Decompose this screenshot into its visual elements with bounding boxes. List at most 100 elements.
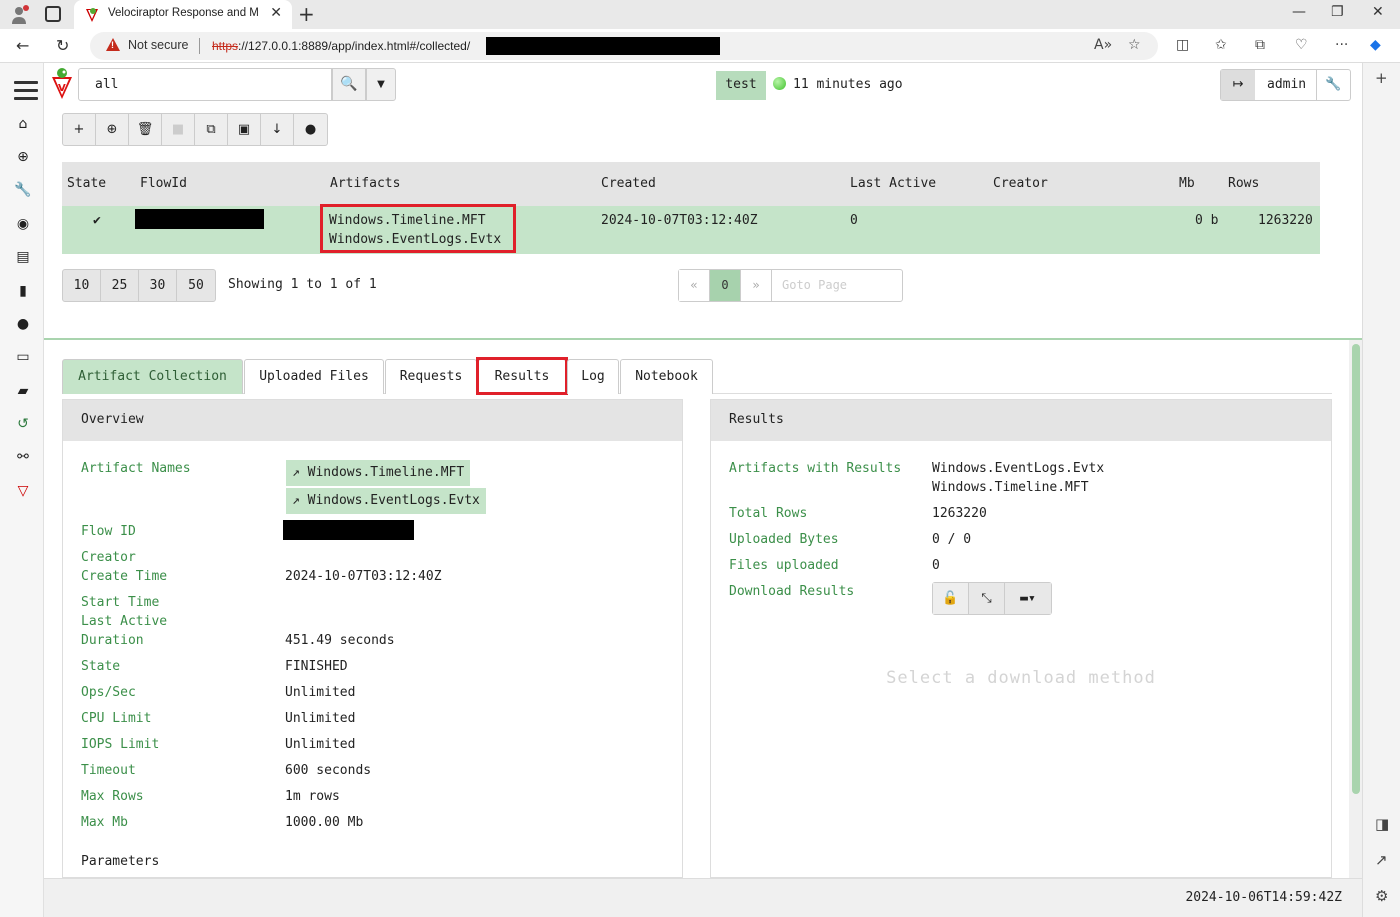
goto-page-input[interactable]: Goto Page <box>772 270 902 301</box>
delete-button[interactable]: 🗑 <box>129 114 162 145</box>
artifact-link-mft[interactable]: ↗ Windows.Timeline.MFT <box>286 460 471 486</box>
wrench-icon[interactable]: 🔧 <box>12 179 34 201</box>
stop-button[interactable]: ■ <box>162 114 195 145</box>
page-size-selector: 10 25 30 50 <box>62 269 216 302</box>
book-icon[interactable]: ▮ <box>12 280 34 302</box>
minimize-icon[interactable]: — <box>1292 4 1306 20</box>
ops-sec-label: Ops/Sec <box>81 685 136 700</box>
hamburger-menu-icon[interactable] <box>14 81 38 100</box>
col-creator[interactable]: Creator <box>993 176 1048 191</box>
browser-essentials-icon[interactable]: ♡ <box>1295 37 1308 53</box>
warning-icon <box>106 38 120 51</box>
profile-icon[interactable] <box>10 5 30 25</box>
settings-gear-icon[interactable]: ⚙ <box>1375 887 1388 905</box>
tab-artifact-collection[interactable]: Artifact Collection <box>62 359 243 394</box>
back-icon[interactable]: ← <box>16 36 29 55</box>
create-time-label: Create Time <box>81 569 168 584</box>
url-text[interactable]: https://127.0.0.1:8889/app/index.html#/c… <box>212 39 470 53</box>
user-filter-button[interactable]: ● <box>294 114 327 145</box>
current-page-button[interactable]: 0 <box>710 270 741 301</box>
username-label[interactable]: admin <box>1267 77 1306 92</box>
not-secure-label[interactable]: Not secure <box>128 38 188 52</box>
iops-limit-label: IOPS Limit <box>81 737 160 752</box>
velociraptor-shield-icon[interactable]: ▽ <box>12 480 34 502</box>
close-tab-icon[interactable]: ✕ <box>270 5 282 21</box>
select-download-hint: Select a download method <box>886 668 1156 688</box>
browser-tab[interactable]: Velociraptor Response and Monitoring ✕ <box>74 0 292 29</box>
logout-button[interactable]: ↦ <box>1221 70 1255 100</box>
archive-dropdown-button[interactable]: ▬▾ <box>1005 583 1051 614</box>
favorites-icon[interactable]: ✩ <box>1215 37 1227 53</box>
sidebar-toggle-icon[interactable]: ◨ <box>1375 815 1389 833</box>
search-dropdown-button[interactable]: ▼ <box>366 68 396 101</box>
new-hunt-button[interactable]: ⊕ <box>96 114 129 145</box>
lock-download-button[interactable]: 🔓 <box>933 583 969 614</box>
page-size-50[interactable]: 50 <box>177 270 215 301</box>
eye-icon[interactable]: ◉ <box>12 213 34 235</box>
pane-splitter[interactable] <box>44 338 1362 340</box>
last-active-label: Last Active <box>81 614 168 629</box>
copilot-icon[interactable]: ◆ <box>1370 37 1381 53</box>
app-sidebar: ⌂ ⊕ 🔧 ◉ ▤ ▮ ● ▭ ▰ ↺ ⚯ ▽ <box>0 63 44 917</box>
cpu-limit-label: CPU Limit <box>81 711 152 726</box>
binoculars-icon[interactable]: ⚯ <box>12 446 34 468</box>
copy-button[interactable]: ⧉ <box>195 114 228 145</box>
tab-uploaded-files[interactable]: Uploaded Files <box>244 359 384 394</box>
col-rows[interactable]: Rows <box>1228 176 1259 191</box>
collections-icon[interactable]: ⧉ <box>1255 37 1265 53</box>
restore-icon[interactable]: ❐ <box>1331 4 1344 20</box>
page-size-30[interactable]: 30 <box>139 270 177 301</box>
folder-open-icon[interactable]: ▰ <box>12 380 34 402</box>
favorite-star-icon[interactable]: ☆ <box>1128 37 1141 53</box>
server-icon[interactable]: ▤ <box>12 246 34 268</box>
read-aloud-icon[interactable]: A» <box>1094 37 1112 53</box>
reload-icon[interactable]: ↻ <box>56 36 69 55</box>
history-icon[interactable]: ↺ <box>12 413 34 435</box>
external-link-icon[interactable]: ↗ <box>1375 851 1388 869</box>
tab-notebook[interactable]: Notebook <box>620 359 713 394</box>
col-state[interactable]: State <box>67 176 106 191</box>
next-page-button[interactable]: » <box>741 270 772 301</box>
user-icon[interactable]: ● <box>12 313 34 335</box>
page-navigation: « 0 » Goto Page <box>678 269 903 302</box>
vertical-scrollbar[interactable] <box>1349 340 1362 878</box>
new-collection-button[interactable]: + <box>63 114 96 145</box>
search-button[interactable]: 🔍 <box>332 68 366 101</box>
page-size-10[interactable]: 10 <box>63 270 101 301</box>
velociraptor-logo[interactable]: V <box>48 67 76 101</box>
client-last-seen: 11 minutes ago <box>793 77 903 92</box>
state-value: FINISHED <box>285 659 348 674</box>
close-window-icon[interactable]: ✕ <box>1372 4 1384 20</box>
compress-button[interactable]: ⤡ <box>969 583 1005 614</box>
save-button[interactable]: ▣ <box>228 114 261 145</box>
table-row[interactable]: ✔ Windows.Timeline.MFT Windows.EventLogs… <box>62 204 1320 254</box>
split-screen-icon[interactable]: ◫ <box>1176 37 1189 53</box>
tab-actions-icon[interactable] <box>45 6 61 22</box>
tab-requests[interactable]: Requests <box>385 359 477 394</box>
col-flowid[interactable]: FlowId <box>140 176 187 191</box>
app-header: V all 🔍 ▼ test 11 minutes ago ↦ admin 🔧 <box>44 63 1362 107</box>
hunt-crosshair-icon[interactable]: ⊕ <box>12 146 34 168</box>
client-search-input[interactable]: all <box>78 68 332 101</box>
page-size-25[interactable]: 25 <box>101 270 139 301</box>
user-settings-button[interactable]: 🔧 <box>1316 70 1350 100</box>
add-sidebar-icon[interactable]: + <box>1375 69 1388 87</box>
total-rows-value: 1263220 <box>932 506 987 521</box>
home-icon[interactable]: ⌂ <box>12 113 34 135</box>
user-icon: ● <box>304 122 317 137</box>
scrollbar-thumb[interactable] <box>1352 344 1360 794</box>
omnibox[interactable]: Not secure https://127.0.0.1:8889/app/in… <box>90 32 1158 60</box>
laptop-icon[interactable]: ▭ <box>12 346 34 368</box>
prev-page-button[interactable]: « <box>679 270 710 301</box>
artifact-link-evtx[interactable]: ↗ Windows.EventLogs.Evtx <box>286 488 486 514</box>
client-name-badge[interactable]: test <box>716 71 766 100</box>
col-mb[interactable]: Mb <box>1179 176 1195 191</box>
new-tab-icon[interactable]: + <box>298 2 315 26</box>
download-button[interactable]: ↓ <box>261 114 294 145</box>
svg-text:V: V <box>58 83 66 94</box>
col-artifacts[interactable]: Artifacts <box>330 176 400 191</box>
col-created[interactable]: Created <box>601 176 656 191</box>
col-last-active[interactable]: Last Active <box>850 176 936 191</box>
tab-log[interactable]: Log <box>567 359 619 394</box>
more-menu-icon[interactable]: ··· <box>1335 37 1348 53</box>
